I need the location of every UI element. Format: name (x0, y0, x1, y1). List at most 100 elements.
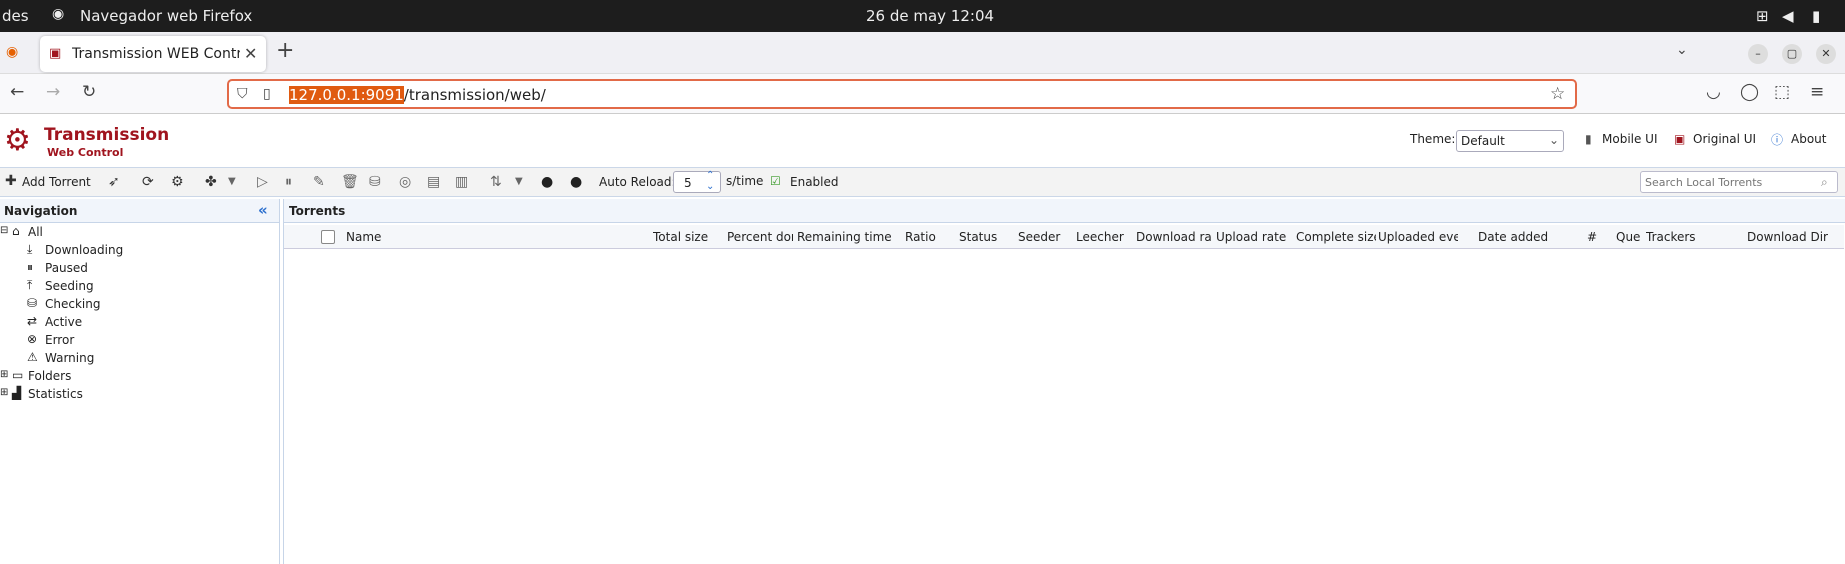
transmission-logo-icon: ⚙ (4, 123, 31, 158)
shield-icon[interactable]: ⛉ (237, 86, 248, 102)
tree-toggle-icon[interactable]: ⊟ (0, 225, 8, 236)
list-tabs-icon[interactable]: ⌄ (1676, 42, 1688, 58)
col-complete-size[interactable]: Complete size (1296, 230, 1376, 244)
rename-icon[interactable]: ▥ (455, 174, 468, 190)
extensions-icon[interactable]: ⬚ (1774, 82, 1790, 102)
battery-icon[interactable]: ▮ (1812, 7, 1820, 25)
plugins-dropdown-icon[interactable]: ▼ (228, 176, 236, 187)
tree-expand-icon[interactable]: ⊞ (0, 369, 8, 380)
nav-item-checking[interactable]: Checking (45, 297, 100, 311)
tab-close-icon[interactable]: ✕ (244, 44, 257, 63)
tab-transmission[interactable]: ▣ Transmission WEB Control ✕ (40, 36, 266, 72)
queue-dropdown-icon[interactable]: ▼ (515, 176, 523, 187)
plugins-icon[interactable]: ✤ (205, 174, 217, 190)
activities-label[interactable]: des (2, 7, 29, 25)
maximize-icon[interactable]: ▢ (1782, 44, 1802, 64)
move-icon[interactable]: ▤ (427, 174, 440, 190)
spin-down-icon[interactable]: ⌄ (706, 181, 714, 192)
rocket-icon[interactable]: ➶ (108, 174, 120, 190)
edit-icon[interactable]: ✎ (313, 174, 325, 190)
col-upload-rate[interactable]: Upload rate (1216, 230, 1292, 244)
nav-item-statistics[interactable]: Statistics (28, 387, 83, 401)
mobile-icon: ▮ (1585, 132, 1592, 146)
mobile-ui-link[interactable]: Mobile UI (1602, 132, 1658, 146)
col-leecher[interactable]: Leecher (1076, 230, 1132, 244)
nav-item-seeding[interactable]: Seeding (45, 279, 94, 293)
enabled-label[interactable]: Enabled (790, 175, 839, 189)
url-bar[interactable]: ⛉ ▯ 127.0.0.1:9091/transmission/web/ ☆ (227, 79, 1577, 109)
chevron-down-icon: ⌄ (1548, 133, 1559, 147)
col-trackers[interactable]: Trackers (1646, 230, 1736, 244)
col-queue[interactable]: Que (1616, 230, 1642, 244)
navigation-panel: Navigation « ⊟ ⌂ All ⤓ Downloading ⏸ Pau… (0, 199, 280, 564)
page-icon[interactable]: ▯ (263, 86, 271, 102)
reannounce-icon[interactable]: ◎ (399, 174, 411, 190)
start-all-icon[interactable]: ● (541, 174, 553, 190)
nav-item-warning[interactable]: Warning (45, 351, 94, 365)
col-date-added[interactable]: Date added (1478, 230, 1558, 244)
nav-item-downloading[interactable]: Downloading (45, 243, 123, 257)
nav-item-error[interactable]: Error (45, 333, 74, 347)
new-tab-button[interactable]: + (276, 38, 294, 63)
forward-icon[interactable]: → (46, 82, 60, 102)
spin-up-icon[interactable]: ⌃ (706, 170, 714, 181)
about-link[interactable]: About (1791, 132, 1826, 146)
home-icon: ⌂ (12, 224, 20, 238)
search-input[interactable] (1640, 171, 1838, 193)
url-host: 127.0.0.1:9091 (289, 86, 404, 104)
col-number[interactable]: # (1587, 230, 1607, 244)
refresh-icon[interactable]: ⟳ (142, 174, 154, 190)
search-icon[interactable]: ⌕ (1821, 175, 1828, 190)
pause-icon[interactable]: ⏸ (285, 174, 292, 190)
col-ratio[interactable]: Ratio (905, 230, 945, 244)
verify-icon[interactable]: ⛁ (369, 174, 381, 190)
brand-subtitle: Web Control (47, 146, 124, 159)
col-download-rate[interactable]: Download rat (1136, 230, 1212, 244)
col-name[interactable]: Name (346, 230, 586, 244)
col-status[interactable]: Status (959, 230, 1009, 244)
nav-item-folders[interactable]: Folders (28, 369, 71, 383)
network-icon[interactable]: ⊞ (1756, 7, 1769, 25)
reload-icon[interactable]: ↻ (82, 82, 96, 102)
close-window-icon[interactable]: ✕ (1816, 44, 1836, 64)
start-icon[interactable]: ▷ (257, 174, 268, 190)
minimize-icon[interactable]: – (1748, 44, 1768, 64)
col-total-size[interactable]: Total size (653, 230, 715, 244)
firefox-menu-icon[interactable]: ◉ (6, 44, 18, 60)
col-percent-done[interactable]: Percent don (727, 230, 793, 244)
col-remaining-time[interactable]: Remaining time (797, 230, 897, 244)
add-torrent-button[interactable]: Add Torrent (22, 175, 91, 189)
settings-icon[interactable]: ⚙ (171, 174, 184, 190)
menu-icon[interactable]: ≡ (1810, 82, 1824, 102)
volume-icon[interactable]: ◀ (1782, 7, 1794, 25)
statistics-icon: ▟ (12, 386, 22, 400)
bookmark-star-icon[interactable]: ☆ (1550, 84, 1565, 104)
nav-item-all[interactable]: All (28, 225, 43, 239)
nav-item-active[interactable]: Active (45, 315, 82, 329)
col-seeder[interactable]: Seeder (1018, 230, 1068, 244)
select-all-checkbox[interactable] (321, 230, 335, 244)
active-icon: ⇄ (27, 314, 38, 328)
tree-expand-icon[interactable]: ⊞ (0, 387, 8, 398)
col-download-dir[interactable]: Download Dir (1747, 230, 1839, 244)
collapse-icon[interactable]: « (258, 201, 268, 219)
app-name[interactable]: Navegador web Firefox (80, 7, 252, 25)
pocket-icon[interactable]: ◡ (1706, 82, 1721, 102)
auto-reload-label: Auto Reload: (599, 175, 676, 189)
col-uploaded-ever[interactable]: Uploaded eve (1378, 230, 1458, 244)
pause-all-icon[interactable]: ● (570, 174, 582, 190)
original-ui-link[interactable]: Original UI (1693, 132, 1756, 146)
back-icon[interactable]: ← (10, 82, 24, 102)
torrent-list (284, 249, 1844, 564)
checkbox-checked-icon[interactable]: ☑ (770, 174, 781, 188)
account-icon[interactable]: ◯ (1740, 82, 1759, 102)
queue-icon[interactable]: ⇅ (490, 174, 502, 190)
nav-item-paused[interactable]: Paused (45, 261, 88, 275)
firefox-icon: ◉ (52, 6, 65, 22)
download-icon: ⤓ (27, 242, 33, 256)
clock[interactable]: 26 de may 12:04 (866, 7, 994, 25)
browser-nav-bar: ← → ↻ ⛉ ▯ 127.0.0.1:9091/transmission/we… (0, 74, 1845, 114)
url-text[interactable]: 127.0.0.1:9091/transmission/web/ (289, 86, 546, 104)
theme-select[interactable]: Default ⌄ (1456, 130, 1564, 152)
delete-icon[interactable]: 🗑 (341, 174, 359, 190)
